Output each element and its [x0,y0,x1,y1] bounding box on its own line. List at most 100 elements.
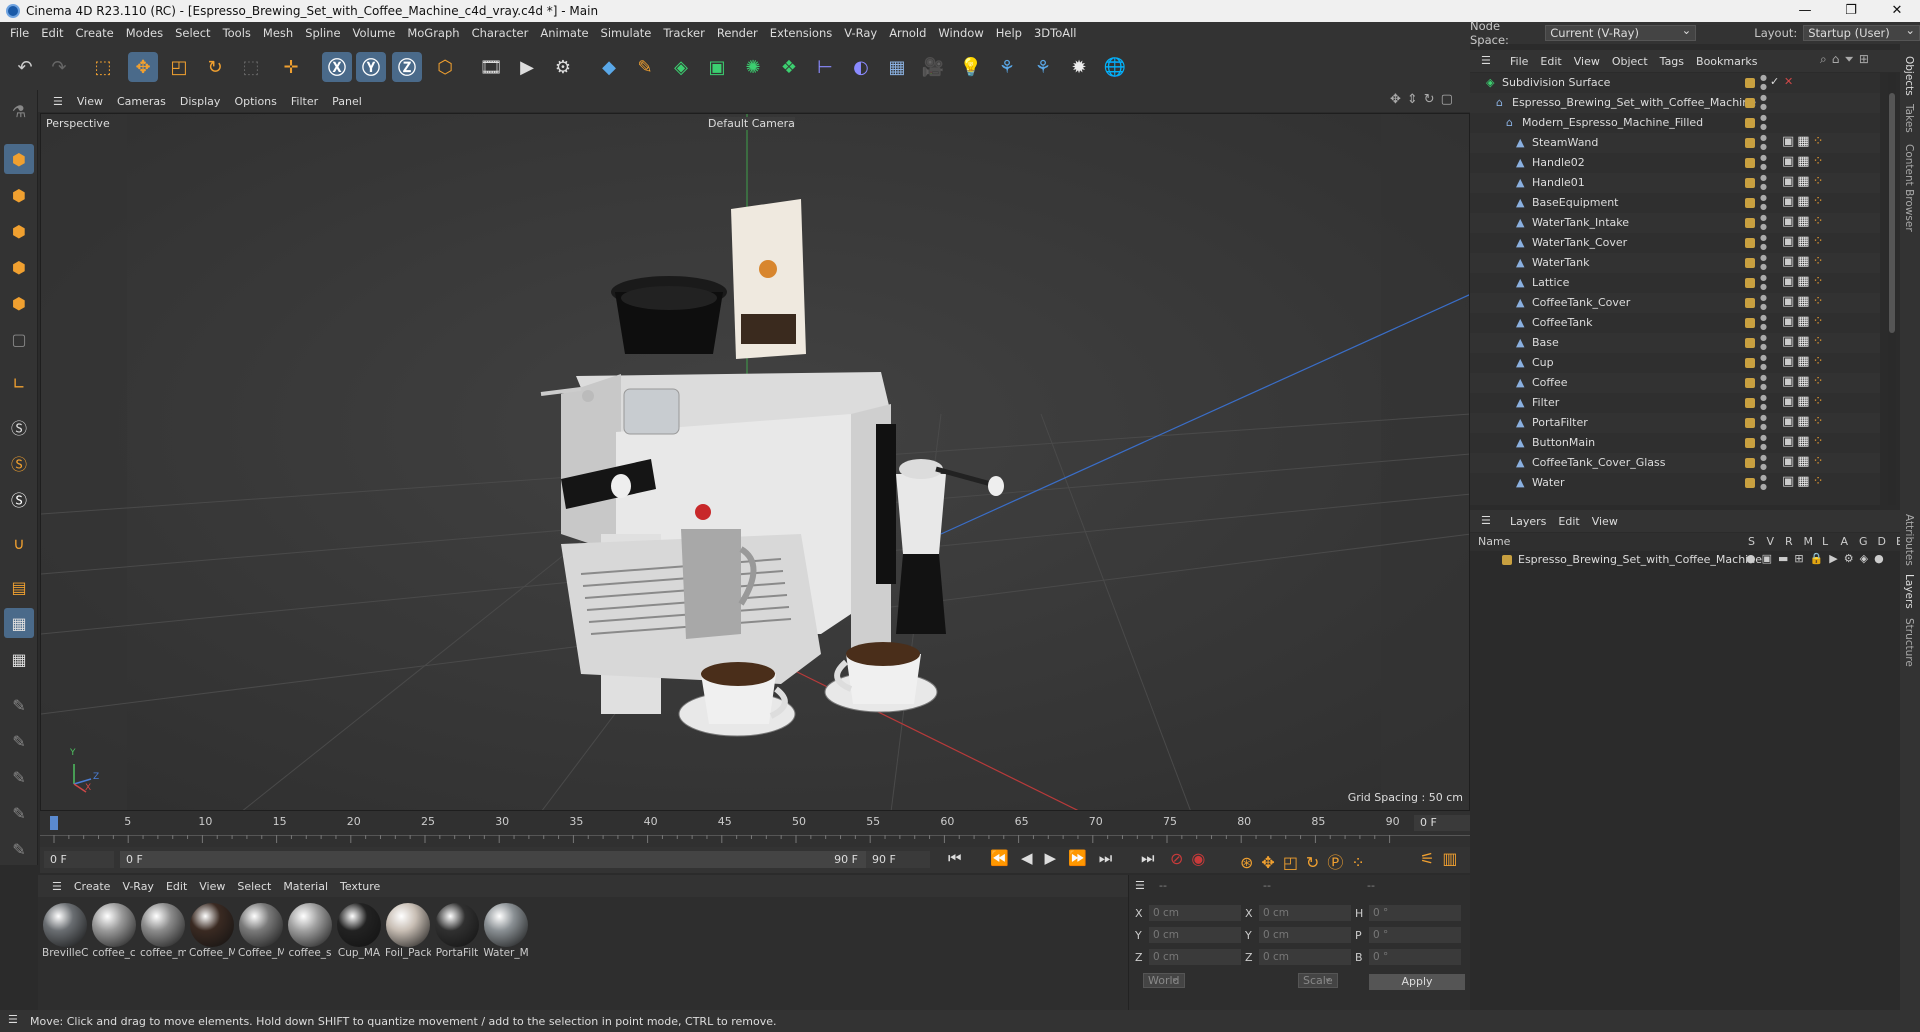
layer-name[interactable]: Espresso_Brewing_Set_with_Coffee_Machine [1518,553,1762,566]
object-row[interactable]: ▲ SteamWand ● ● ▣▦⁘ [1470,133,1880,153]
object-search-icons[interactable]: ⌕⌂⏷⊞ [1820,52,1874,67]
perspective-viewport[interactable]: Perspective Default Camera Y Z X Grid Sp… [40,113,1470,811]
menu-mesh[interactable]: Mesh [257,26,299,40]
object-name[interactable]: Subdivision Surface [1502,76,1610,89]
python-script-icon[interactable]: ⚘ [1028,52,1058,82]
tab-layers[interactable]: Layers [1903,574,1915,609]
material-swatch[interactable]: coffee_c [91,903,137,959]
current-frame-field[interactable]: 0 F [1414,815,1470,831]
tweak-icon[interactable]: ✎ [4,834,34,864]
z-axis-lock-icon[interactable]: Ⓩ [392,52,422,82]
object-name[interactable]: Filter [1532,396,1559,409]
coord-value-field[interactable]: 0 cm [1149,949,1241,965]
material-tags-icon[interactable]: ▣▦⁘ [1782,354,1827,369]
material-tags-icon[interactable]: ▣▦⁘ [1782,274,1827,289]
material-tags-icon[interactable]: ▣▦⁘ [1782,474,1827,489]
coordinate-space-dropdown[interactable]: World [1143,973,1185,988]
material-menu-texture[interactable]: Texture [334,880,386,893]
material-menu-select[interactable]: Select [231,880,277,893]
tab-structure[interactable]: Structure [1903,618,1915,667]
coords-hamburger-icon[interactable]: ☰ [1135,879,1145,892]
object-hamburger-icon[interactable]: ☰ [1481,54,1491,67]
transform-mode-dropdown[interactable]: Scale [1298,973,1338,988]
viewport-menu-filter[interactable]: Filter [284,95,325,108]
object-row[interactable]: ▲ PortaFilter ● ● ▣▦⁘ [1470,413,1880,433]
visibility-dots-icon[interactable]: ● ● [1760,473,1767,491]
playhead[interactable] [50,816,58,830]
coord-value-field[interactable]: 0 cm [1259,927,1351,943]
render-picture-viewer-icon[interactable]: ▶ [512,52,542,82]
layer-tag-icon[interactable] [1745,178,1755,188]
visibility-dots-icon[interactable]: ● ● [1760,213,1767,231]
menu-window[interactable]: Window [932,26,989,40]
world-coordinates-icon[interactable]: ⬡ [430,52,460,82]
object-name[interactable]: Handle02 [1532,156,1585,169]
end-frame-field[interactable]: 90 F [866,851,930,868]
object-name[interactable]: SteamWand [1532,136,1598,149]
visibility-dots-icon[interactable]: ● ● [1760,313,1767,331]
menu-arnold[interactable]: Arnold [883,26,932,40]
object-row[interactable]: ▲ Base ● ● ▣▦⁘ [1470,333,1880,353]
object-name[interactable]: WaterTank [1532,256,1590,269]
deformer-icon[interactable]: ⊢ [810,52,840,82]
coord-value-field[interactable]: 0 ° [1369,949,1461,965]
layers-menu-view[interactable]: View [1586,515,1624,528]
cloner-icon[interactable]: ✺ [738,52,768,82]
layer-color-swatch[interactable] [1502,555,1512,565]
object-row[interactable]: ⌂ Espresso_Brewing_Set_with_Coffee_Machin… [1470,93,1880,113]
object-row[interactable]: ▲ ButtonMain ● ● ▣▦⁘ [1470,433,1880,453]
coord-value-field[interactable]: 0 cm [1149,905,1241,921]
material-tags-icon[interactable]: ▣▦⁘ [1782,154,1827,169]
layer-tag-icon[interactable] [1745,458,1755,468]
coord-value-field[interactable]: 0 ° [1369,905,1461,921]
axis-mode-icon[interactable]: ∟ [4,368,34,398]
material-tags-icon[interactable]: ▣▦⁘ [1782,214,1827,229]
layers-menu-edit[interactable]: Edit [1552,515,1585,528]
key-mode-icons[interactable]: ⊛✥◰↻Ⓟ⁘ [1240,849,1373,873]
layer-tag-icon[interactable] [1745,78,1755,88]
hamburger-icon[interactable]: ☰ [46,95,70,108]
object-menu-view[interactable]: View [1568,55,1606,68]
paint-icon[interactable]: ✎ [4,726,34,756]
layer-tag-icon[interactable] [1745,198,1755,208]
record-keys-icon[interactable]: ⊘◉ [1170,849,1213,868]
floor-icon[interactable]: ▦ [882,52,912,82]
scale-tool-icon[interactable]: ◰ [164,52,194,82]
material-menu-edit[interactable]: Edit [160,880,193,893]
timeline-settings-icons[interactable]: ⚟▥ [1420,849,1465,868]
snap-settings-icon[interactable]: Ⓢ [4,448,34,478]
object-row[interactable]: ◈ Subdivision Surface ● ● ✓ ✕ [1470,73,1880,93]
layer-tag-icon[interactable] [1745,138,1755,148]
viewport-menu-options[interactable]: Options [227,95,283,108]
layer-tag-icon[interactable] [1745,258,1755,268]
frame-range-slider[interactable]: 0 F 90 F [120,851,880,868]
layer-tag-icon[interactable] [1745,418,1755,428]
undo-icon[interactable]: ↶ [10,52,40,82]
visibility-dots-icon[interactable]: ● ● [1760,453,1767,471]
visibility-dots-icon[interactable]: ● ● [1760,353,1767,371]
object-menu-tags[interactable]: Tags [1654,55,1690,68]
menu-character[interactable]: Character [466,26,535,40]
pen-spline-icon[interactable]: ✎ [630,52,660,82]
y-axis-lock-icon[interactable]: Ⓨ [356,52,386,82]
material-tags-icon[interactable]: ▣▦⁘ [1782,134,1827,149]
layout-dropdown[interactable]: Startup (User) [1803,23,1920,41]
menu-render[interactable]: Render [711,26,764,40]
material-swatch[interactable]: coffee_s [287,903,333,959]
visibility-dots-icon[interactable]: ● ● [1760,133,1767,151]
disable-x-icon[interactable]: ✕ [1784,75,1793,88]
visibility-dots-icon[interactable]: ● ● [1760,413,1767,431]
viewport-menu-panel[interactable]: Panel [325,95,369,108]
object-row[interactable]: ▲ CoffeeTank_Cover_Glass ● ● ▣▦⁘ [1470,453,1880,473]
menu-file[interactable]: File [4,26,35,40]
object-row[interactable]: ▲ Lattice ● ● ▣▦⁘ [1470,273,1880,293]
tab-attributes[interactable]: Attributes [1903,514,1915,566]
recent-tool-icon[interactable]: ⬚ [236,52,266,82]
material-tags-icon[interactable]: ▣▦⁘ [1782,314,1827,329]
visibility-dots-icon[interactable]: ● ● [1760,433,1767,451]
material-menu-create[interactable]: Create [68,880,117,893]
material-swatch[interactable]: Coffee_M [238,903,284,959]
minimize-icon[interactable]: — [1782,0,1828,22]
coord-value-field[interactable]: 0 cm [1259,905,1351,921]
tab-content-browser[interactable]: Content Browser [1903,144,1915,232]
